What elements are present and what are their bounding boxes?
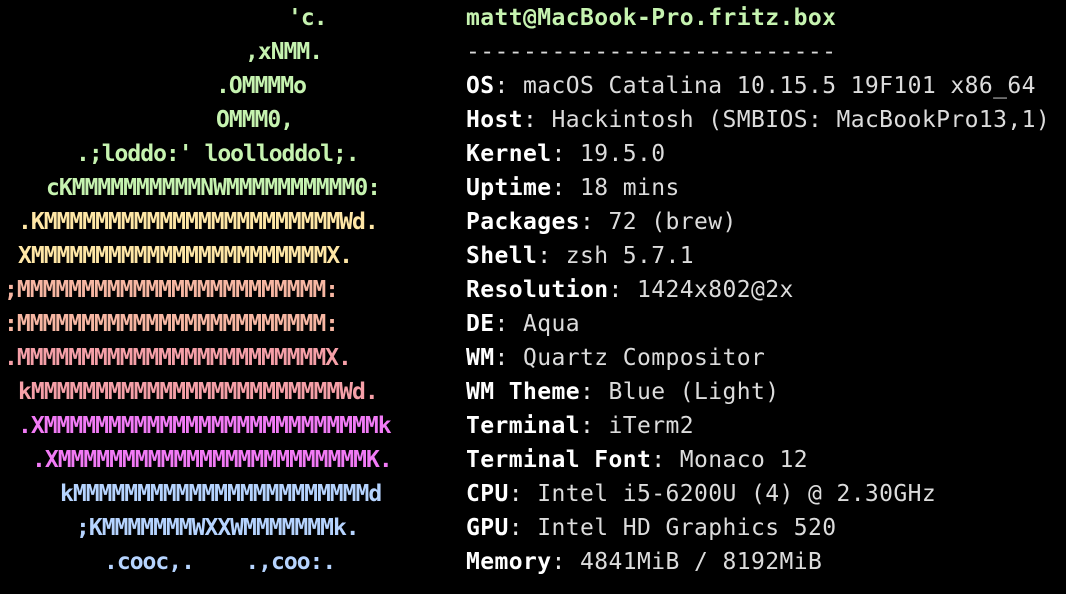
info-key: CPU bbox=[466, 481, 509, 507]
info-row-de: DE: Aqua bbox=[466, 311, 580, 337]
info-key: Shell bbox=[466, 243, 538, 269]
logo-line: .;loddo:' loolloddol;. bbox=[76, 141, 360, 167]
info-row-kernel: Kernel: 19.5.0 bbox=[466, 141, 666, 167]
info-key: Memory bbox=[466, 549, 552, 575]
info-value: Blue (Light) bbox=[608, 379, 780, 405]
info-row-wm-theme: WM Theme: Blue (Light) bbox=[466, 379, 780, 405]
info-row-os: OS: macOS Catalina 10.15.5 19F101 x86_64 bbox=[466, 73, 1036, 99]
info-row-wm: WM: Quartz Compositor bbox=[466, 345, 766, 371]
info-value: Intel i5-6200U (4) @ 2.30GHz bbox=[537, 481, 937, 507]
apple-ascii-logo: 'c. ,xNMM. .OMMMMo OMMM0, .;loddo:' lool… bbox=[0, 0, 460, 594]
logo-line: XMMMMMMMMMMMMMMMMMMMMMMMX. bbox=[18, 243, 353, 269]
info-value: Quartz Compositor bbox=[523, 345, 766, 371]
info-value: Monaco 12 bbox=[679, 447, 808, 473]
info-value: 72 (brew) bbox=[608, 209, 737, 235]
logo-line: .cooc,. .,coo:. bbox=[104, 549, 336, 575]
logo-line: .OMMMMo bbox=[216, 73, 307, 99]
info-row-resolution: Resolution: 1424x802@2x bbox=[466, 277, 794, 303]
info-value: 19.5.0 bbox=[579, 141, 666, 167]
logo-line: :MMMMMMMMMMMMMMMMMMMMMMMM: bbox=[4, 311, 339, 337]
logo-line: kMMMMMMMMMMMMMMMMMMMMMMMMWd. bbox=[18, 379, 379, 405]
logo-line: ;MMMMMMMMMMMMMMMMMMMMMMMM: bbox=[4, 277, 339, 303]
info-key: Packages bbox=[466, 209, 580, 235]
logo-line: OMMM0, bbox=[216, 107, 294, 133]
logo-line: .XMMMMMMMMMMMMMMMMMMMMMMMMK. bbox=[32, 447, 393, 473]
info-value: Intel HD Graphics 520 bbox=[537, 515, 837, 541]
title-underline: -------------------------- bbox=[466, 39, 837, 65]
info-row-terminal: Terminal: iTerm2 bbox=[466, 413, 694, 439]
info-key: Resolution bbox=[466, 277, 609, 303]
info-key: Uptime bbox=[466, 175, 552, 201]
logo-line: cKMMMMMMMMMMNWMMMMMMMMMM0: bbox=[46, 175, 381, 201]
info-row-terminal-font: Terminal Font: Monaco 12 bbox=[466, 447, 808, 473]
info-key: Terminal Font bbox=[466, 447, 652, 473]
info-value: 18 mins bbox=[579, 175, 680, 201]
info-value: macOS Catalina 10.15.5 19F101 x86_64 bbox=[523, 73, 1036, 99]
info-row-host: Host: Hackintosh (SMBIOS: MacBookPro13,1… bbox=[466, 107, 1051, 133]
logo-line: .MMMMMMMMMMMMMMMMMMMMMMMMX. bbox=[4, 345, 352, 371]
info-value: Aqua bbox=[523, 311, 580, 337]
info-key: OS bbox=[466, 73, 495, 99]
info-key: WM bbox=[466, 345, 495, 371]
info-value: iTerm2 bbox=[608, 413, 694, 439]
info-row-packages: Packages: 72 (brew) bbox=[466, 209, 737, 235]
info-value: 1424x802@2x bbox=[636, 277, 794, 303]
user-host-title: matt@MacBook-Pro.fritz.box bbox=[466, 5, 837, 31]
info-key: Kernel bbox=[466, 141, 552, 167]
info-key: Terminal bbox=[466, 413, 580, 439]
info-key: WM Theme bbox=[466, 379, 580, 405]
logo-line: kMMMMMMMMMMMMMMMMMMMMMMMd bbox=[60, 481, 382, 507]
info-row-uptime: Uptime: 18 mins bbox=[466, 175, 680, 201]
info-value: 4841MiB / 8192MiB bbox=[579, 549, 823, 575]
terminal-window[interactable]: 'c. ,xNMM. .OMMMMo OMMM0, .;loddo:' lool… bbox=[0, 0, 1066, 594]
info-row-memory: Memory: 4841MiB / 8192MiB bbox=[466, 549, 823, 575]
logo-line: 'c. bbox=[288, 5, 328, 31]
info-value: Hackintosh (SMBIOS: MacBookPro13,1) bbox=[551, 107, 1051, 133]
info-key: DE bbox=[466, 311, 495, 337]
logo-line: .KMMMMMMMMMMMMMMMMMMMMMMMWd. bbox=[18, 209, 379, 235]
logo-line: ,xNMM. bbox=[245, 39, 323, 65]
info-value: zsh 5.7.1 bbox=[565, 243, 694, 269]
logo-line: ;KMMMMMMMWXXWMMMMMMMk. bbox=[76, 515, 360, 541]
system-info-panel: matt@MacBook-Pro.fritz.box -------------… bbox=[466, 0, 1066, 594]
info-row-cpu: CPU: Intel i5-6200U (4) @ 2.30GHz bbox=[466, 481, 937, 507]
info-row-gpu: GPU: Intel HD Graphics 520 bbox=[466, 515, 837, 541]
info-key: Host bbox=[466, 107, 523, 133]
info-row-shell: Shell: zsh 5.7.1 bbox=[466, 243, 694, 269]
info-key: GPU bbox=[466, 515, 509, 541]
logo-line: .XMMMMMMMMMMMMMMMMMMMMMMMMMMk bbox=[18, 413, 392, 439]
